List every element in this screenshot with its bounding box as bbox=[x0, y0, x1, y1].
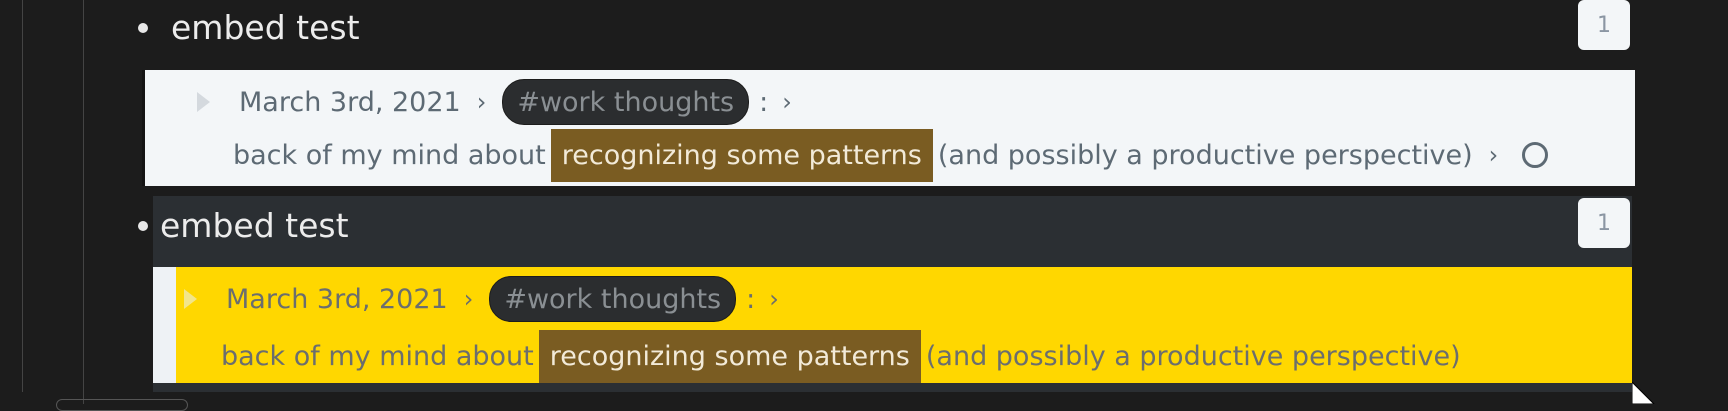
embed-breadcrumb: March 3rd, 2021 › #work thoughts : › bbox=[197, 79, 808, 125]
cursor-arrow-icon bbox=[1632, 382, 1655, 404]
block-title[interactable]: embed test bbox=[160, 206, 349, 245]
embed-text: back of my mind about bbox=[233, 139, 546, 171]
reference-count-badge[interactable]: 1 bbox=[1578, 0, 1630, 50]
bottom-partial-element bbox=[56, 399, 188, 411]
breadcrumb-page-link[interactable]: March 3rd, 2021 bbox=[226, 284, 448, 315]
embed-content[interactable]: back of my mind about recognizing some p… bbox=[221, 329, 1461, 383]
embed-breadcrumb: March 3rd, 2021 › #work thoughts : › bbox=[184, 276, 795, 322]
embed-text: back of my mind about bbox=[221, 340, 534, 372]
chevron-right-icon: › bbox=[769, 285, 779, 313]
reference-count-badge[interactable]: 1 bbox=[1578, 198, 1630, 248]
highlighted-text: recognizing some patterns bbox=[538, 329, 921, 383]
block-bullet[interactable] bbox=[138, 221, 148, 231]
chevron-right-icon: › bbox=[1488, 141, 1499, 169]
chevron-right-icon: › bbox=[476, 88, 487, 116]
outline-guide-line bbox=[22, 0, 23, 392]
chevron-right-icon: › bbox=[463, 285, 474, 313]
tag-pill[interactable]: #work thoughts bbox=[489, 276, 737, 322]
tag-pill[interactable]: #work thoughts bbox=[502, 79, 750, 125]
block-bullet[interactable] bbox=[138, 23, 148, 33]
breadcrumb-colon: : bbox=[746, 283, 756, 315]
embed-text: (and possibly a productive perspective) bbox=[937, 139, 1473, 171]
block-embed[interactable]: March 3rd, 2021 › #work thoughts : › bac… bbox=[142, 70, 1635, 186]
highlighted-text: recognizing some patterns bbox=[550, 128, 933, 182]
embed-text: (and possibly a productive perspective) bbox=[925, 340, 1461, 372]
embed-content[interactable]: back of my mind about recognizing some p… bbox=[233, 128, 1549, 182]
breadcrumb-page-link[interactable]: March 3rd, 2021 bbox=[239, 87, 461, 118]
block-title[interactable]: embed test bbox=[171, 8, 360, 47]
circle-icon[interactable] bbox=[1522, 142, 1549, 168]
caret-right-icon[interactable] bbox=[184, 289, 197, 309]
caret-right-icon[interactable] bbox=[197, 92, 210, 112]
chevron-right-icon: › bbox=[782, 88, 792, 116]
outline-guide-line bbox=[83, 0, 84, 404]
breadcrumb-colon: : bbox=[759, 86, 769, 118]
embed-left-strip bbox=[153, 267, 176, 383]
block-embed[interactable]: March 3rd, 2021 › #work thoughts : › bac… bbox=[176, 267, 1632, 383]
